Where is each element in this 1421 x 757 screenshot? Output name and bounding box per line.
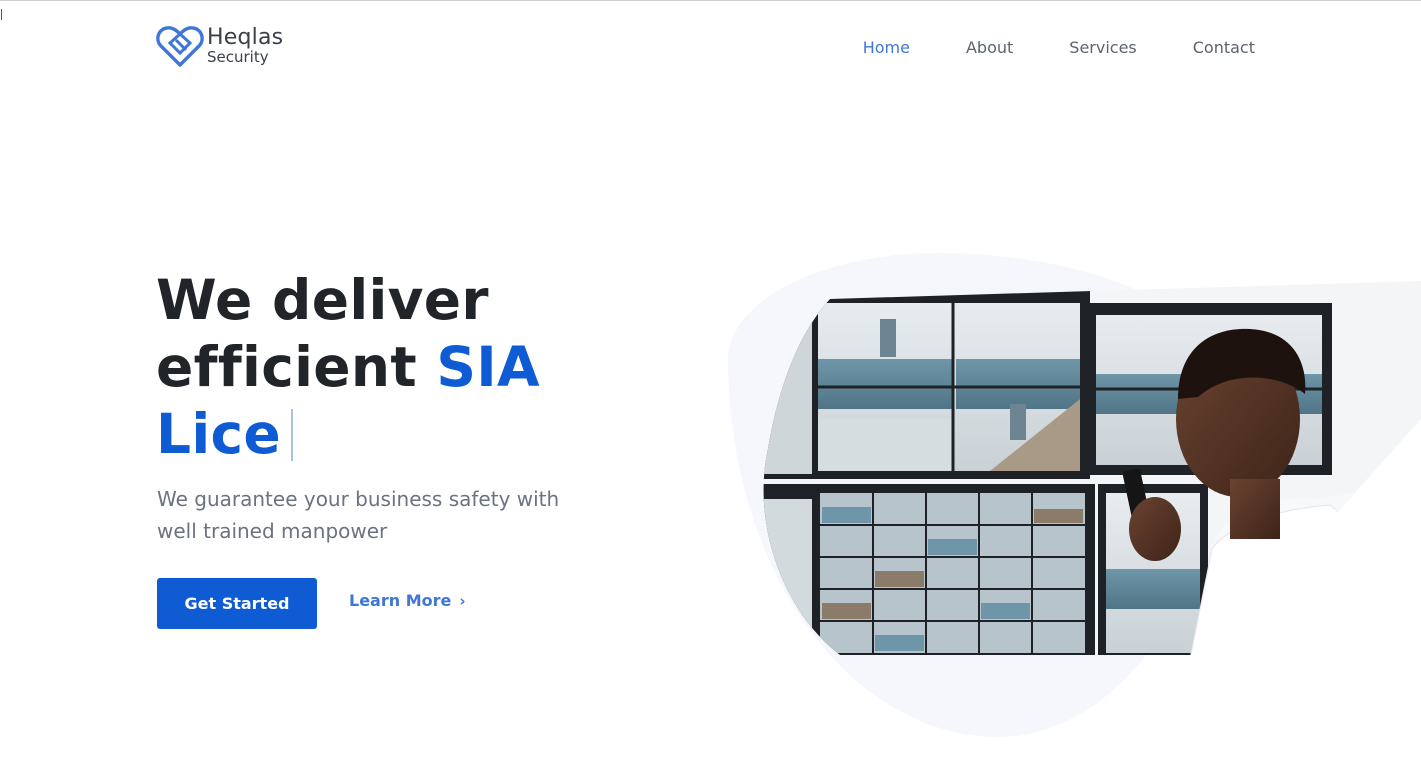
heart-shield-icon	[156, 26, 204, 67]
nav-services[interactable]: Services	[1069, 38, 1136, 57]
text-cursor-mark	[1, 9, 2, 20]
hero-subtitle: We guarantee your business safety with w…	[157, 487, 560, 543]
typing-caret	[291, 409, 294, 461]
hero-title: We deliver efficient SIA Lice	[154, 267, 676, 468]
page: Heqlas Security Home About Services Cont…	[0, 0, 1421, 757]
hero-title-line-3: Lice	[154, 401, 676, 468]
learn-more-label: Learn More	[349, 591, 452, 610]
brand-name: Heqlas	[207, 25, 284, 50]
hero-title-highlight: SIA	[434, 334, 540, 401]
hero-title-highlight-text: SIA	[436, 335, 540, 399]
hero-title-line-2: efficient SIA	[156, 334, 676, 401]
main-nav: Home About Services Contact	[807, 38, 1255, 57]
hero-image	[763, 281, 1421, 655]
get-started-button[interactable]: Get Started	[157, 578, 317, 629]
chevron-right-icon: ›	[459, 591, 466, 610]
brand-subtitle: Security	[207, 48, 269, 66]
brand-logo[interactable]: Heqlas Security	[156, 25, 283, 67]
nav-home[interactable]: Home	[863, 38, 910, 57]
hero-title-plain-word: efficient	[156, 335, 417, 399]
nav-about[interactable]: About	[966, 38, 1013, 57]
learn-more-link[interactable]: Learn More ›	[349, 591, 466, 610]
hero-title-line-1: We deliver	[156, 268, 489, 332]
hero-title-typing-word: Lice	[154, 401, 314, 468]
nav-contact[interactable]: Contact	[1193, 38, 1255, 57]
hero-title-typing-text: Lice	[156, 402, 282, 466]
